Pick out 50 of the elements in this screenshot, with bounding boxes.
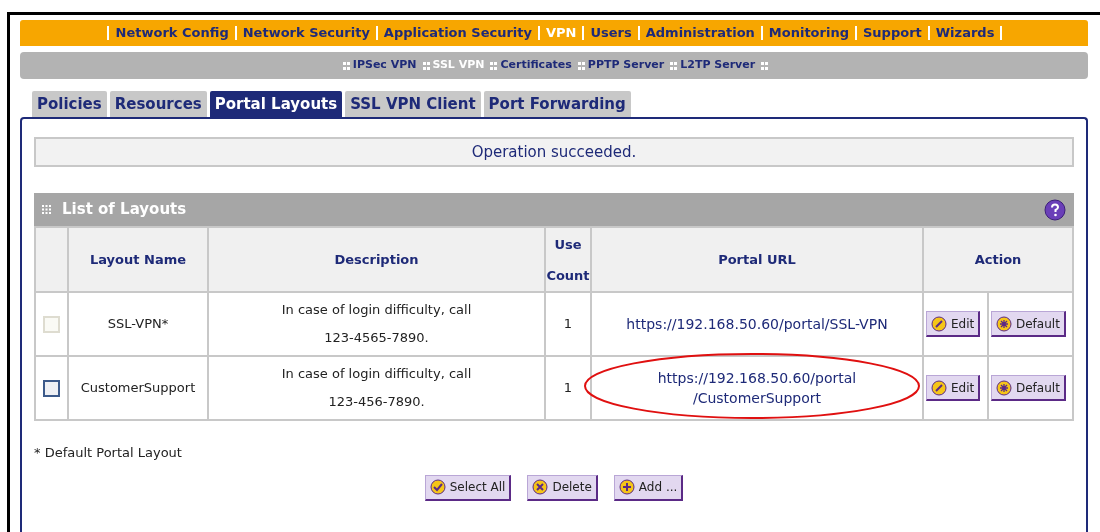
plus-icon	[618, 479, 635, 495]
grip-icon	[42, 204, 52, 215]
table-cell: 1	[563, 380, 573, 396]
column-header: Action	[974, 251, 1022, 269]
pencil-icon	[931, 315, 947, 332]
asterisk-icon	[996, 315, 1012, 332]
column-header: Layout Name	[89, 251, 187, 269]
main-menu-item[interactable]: Users	[587, 23, 635, 43]
sub-menu-item[interactable]: IPSec VPN	[352, 57, 417, 74]
portal-url-link[interactable]: https://192.168.50.60/portal	[592, 368, 922, 388]
table-cell: 1	[563, 316, 573, 332]
column-header: Use Count	[546, 235, 590, 285]
column-header: Portal URL	[718, 251, 796, 269]
main-menu-item[interactable]: Administration	[642, 23, 758, 43]
table-cell-text: In case of login difficulty, call	[280, 301, 473, 319]
tab[interactable]: Policies	[32, 91, 107, 117]
tab[interactable]: Port Forwarding	[483, 91, 631, 117]
tab[interactable]: Portal Layouts	[209, 91, 343, 117]
main-menu-item[interactable]: Network Config	[112, 23, 232, 43]
row-checkbox[interactable]	[43, 380, 60, 398]
status-message: Operation succeeded.	[34, 137, 1074, 167]
portal-url-link[interactable]: /CustomerSupport	[592, 388, 922, 408]
table-cell: CustomerSupport	[80, 380, 196, 396]
table-cell-text: 123-456-7890.	[327, 393, 426, 411]
help-icon[interactable]	[1044, 198, 1066, 221]
check-icon	[429, 479, 446, 495]
section-title: List of Layouts	[62, 199, 187, 221]
table-cell-text: In case of login difficulty, call	[280, 365, 473, 383]
column-header: Description	[334, 251, 419, 269]
tab[interactable]: Resources	[109, 91, 207, 117]
pencil-icon	[931, 379, 947, 396]
action-button[interactable]: Select All	[424, 474, 512, 501]
edit-button[interactable]: Edit	[926, 375, 981, 401]
main-menu-item[interactable]: Application Security	[380, 23, 535, 43]
sub-menu-item[interactable]: L2TP Server	[680, 57, 756, 74]
sub-menu-item[interactable]: PPTP Server	[587, 57, 665, 74]
action-button[interactable]: Add ...	[613, 474, 684, 501]
cross-icon	[532, 479, 549, 495]
action-button[interactable]: Delete	[527, 474, 598, 501]
table-cell: SSL-VPN*	[107, 316, 169, 332]
asterisk-icon	[996, 379, 1012, 396]
tab[interactable]: SSL VPN Client	[345, 91, 481, 117]
main-menu-item[interactable]: Network Security	[239, 23, 373, 43]
main-menu-item[interactable]: Support	[860, 23, 925, 43]
table-cell-text: 123-4565-7890.	[323, 329, 430, 347]
main-menu-item[interactable]: Wizards	[932, 23, 998, 43]
default-button[interactable]: Default	[991, 375, 1066, 401]
main-menu-item[interactable]: Monitoring	[765, 23, 852, 43]
sub-menu-item[interactable]: Certificates	[500, 57, 572, 74]
footnote: * Default Portal Layout	[34, 444, 182, 462]
